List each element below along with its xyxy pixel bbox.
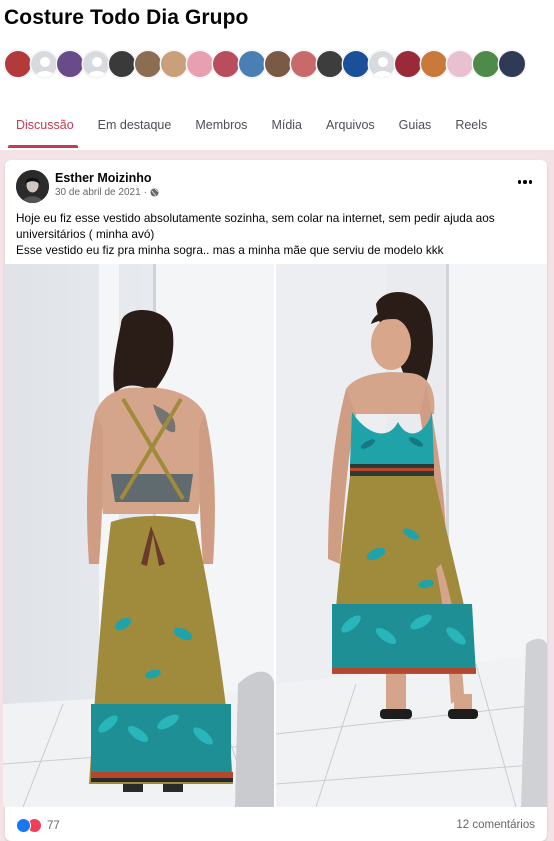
member-avatar[interactable] (82, 50, 110, 78)
tab-discussão[interactable]: Discussão (0, 104, 86, 148)
post-text-line: Esse vestido eu fiz pra minha sogra.. ma… (16, 243, 444, 257)
tab-guias[interactable]: Guias (387, 104, 444, 148)
member-avatar[interactable] (108, 50, 136, 78)
tab-arquivos[interactable]: Arquivos (314, 104, 387, 148)
post-footer: 77 12 comentários (5, 808, 547, 841)
dot (523, 180, 527, 184)
dot (517, 180, 522, 184)
like-icon (16, 818, 31, 833)
tab-mídia[interactable]: Mídia (259, 104, 314, 148)
reaction-count[interactable]: 77 (47, 820, 60, 832)
group-title[interactable]: Costure Todo Dia Grupo (4, 6, 248, 30)
post-text: Hoje eu fiz esse vestido absolutamente s… (16, 210, 538, 258)
comments-count[interactable]: 12 comentários (456, 819, 535, 831)
member-avatar[interactable] (56, 50, 84, 78)
member-avatars[interactable] (4, 50, 526, 80)
member-avatar[interactable] (264, 50, 292, 78)
post-meta: 30 de abril de 2021 · (55, 187, 159, 198)
member-avatar[interactable] (316, 50, 344, 78)
tab-membros[interactable]: Membros (183, 104, 259, 148)
group-header: Costure Todo Dia Grupo Discussão Em desta… (0, 0, 554, 150)
more-dots-icon[interactable] (513, 174, 537, 190)
member-avatar[interactable] (420, 50, 448, 78)
member-avatar[interactable] (368, 50, 396, 78)
member-avatar[interactable] (446, 50, 474, 78)
globe-icon (150, 188, 159, 197)
member-avatar[interactable] (4, 50, 32, 78)
member-avatar[interactable] (290, 50, 318, 78)
post-card: Esther Moizinho 30 de abril de 2021 · Ho… (3, 160, 547, 841)
post-date[interactable]: 30 de abril de 2021 (55, 187, 141, 198)
member-avatar[interactable] (30, 50, 58, 78)
dot (528, 180, 533, 184)
author-avatar[interactable] (16, 170, 49, 203)
member-avatar[interactable] (134, 50, 162, 78)
meta-separator: · (143, 187, 147, 198)
member-avatar[interactable] (186, 50, 214, 78)
post-text-line: universitários ( minha avó) (16, 227, 155, 241)
group-tabs: Discussão Em destaque Membros Mídia Arquivos… (0, 104, 554, 148)
member-avatar[interactable] (394, 50, 422, 78)
author-name[interactable]: Esther Moizinho (55, 171, 152, 185)
tab-reels[interactable]: Reels (443, 104, 499, 148)
post-photo-back-view[interactable] (3, 264, 274, 807)
tab-em-destaque[interactable]: Em destaque (86, 104, 184, 148)
post-photo-front-view[interactable] (276, 264, 547, 807)
member-avatar[interactable] (238, 50, 266, 78)
post-text-line: Hoje eu fiz esse vestido absolutamente s… (16, 211, 495, 225)
member-avatar[interactable] (212, 50, 240, 78)
reactions[interactable]: 77 (16, 818, 60, 833)
member-avatar[interactable] (342, 50, 370, 78)
member-avatar[interactable] (498, 50, 526, 78)
member-avatar[interactable] (160, 50, 188, 78)
member-avatar[interactable] (472, 50, 500, 78)
